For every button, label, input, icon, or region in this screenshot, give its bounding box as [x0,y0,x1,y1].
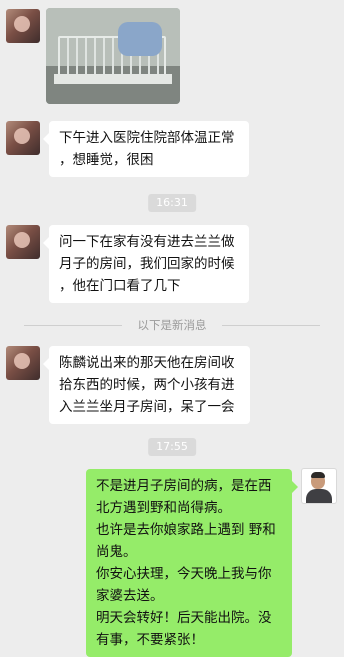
hospital-bed-photo[interactable] [46,8,180,104]
divider-line [24,325,122,326]
photo-bed-frame [54,74,172,84]
message-bubble[interactable]: 陈麟说出来的那天他在房间收 拾东西的时候，两个小孩有进 入兰兰坐月子房间，呆了一… [43,346,250,424]
new-messages-divider: 以下是新消息 [24,318,320,332]
contact-avatar[interactable] [6,9,40,43]
timestamp: 16:31 [148,194,196,212]
divider-text: 以下是新消息 [137,318,207,332]
contact-avatar[interactable] [6,121,40,155]
timestamp: 17:55 [148,438,196,456]
message-bubble[interactable]: 问一下在家有没有进去兰兰做 月子的房间，我们回家的时候 ，他在门口看了几下 [43,225,249,303]
photo-blanket [118,22,162,56]
user-avatar[interactable] [301,468,337,504]
message-bubble-sent[interactable]: 不是进月子房间的病，是在西 北方遇到野和尚得病。 也许是去你娘家路上遇到 野和 … [86,469,298,657]
message-bubble[interactable]: 下午进入医院住院部体温正常 ，想睡觉，很困 [43,121,249,177]
contact-avatar[interactable] [6,346,40,380]
divider-line [222,325,320,326]
avatar-body [306,489,332,503]
contact-avatar[interactable] [6,225,40,259]
avatar-hair [311,472,325,478]
